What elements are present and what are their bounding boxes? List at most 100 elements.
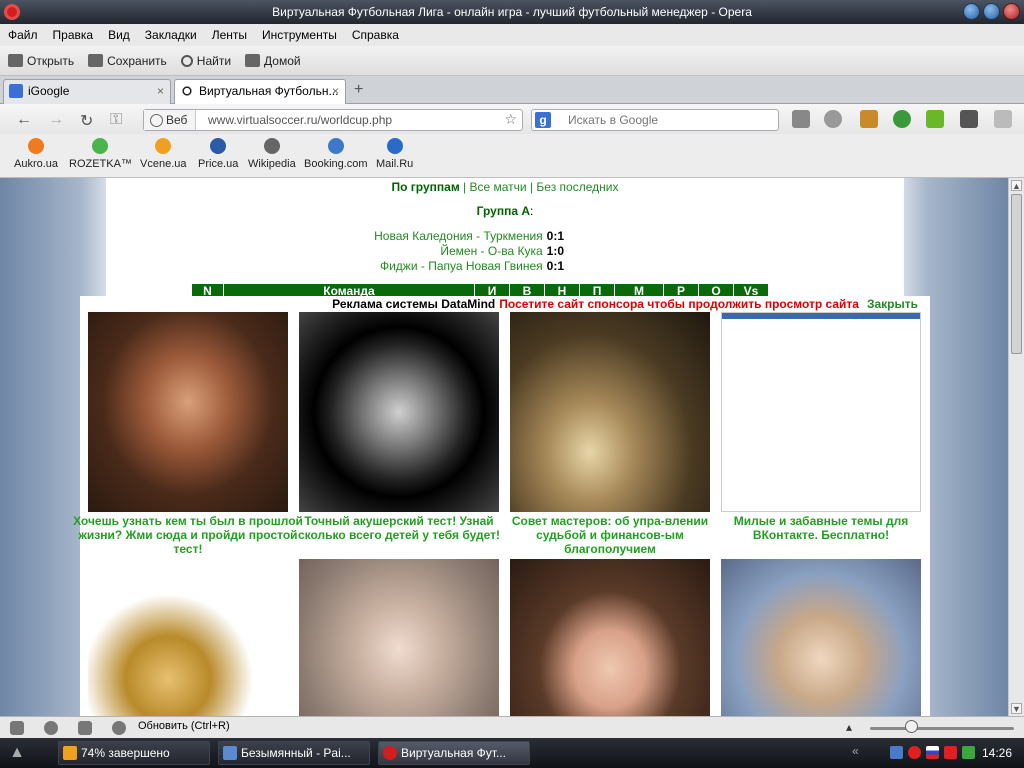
bookmark-aukro[interactable]: Aukro.ua bbox=[14, 138, 58, 170]
turbo-icon[interactable] bbox=[112, 721, 126, 735]
opera-logo-icon[interactable] bbox=[4, 4, 20, 20]
network-icon[interactable] bbox=[890, 746, 903, 759]
menu-bookmarks[interactable]: Закладки bbox=[145, 28, 197, 42]
ad-card[interactable]: Совет мастеров: об упра-влении судьбой и… bbox=[510, 312, 710, 556]
menu-help[interactable]: Справка bbox=[352, 28, 399, 42]
save-button[interactable]: Сохранить bbox=[88, 54, 167, 68]
menu-file[interactable]: Файл bbox=[8, 28, 38, 42]
by-group-link[interactable]: По группам bbox=[392, 180, 460, 194]
notes-icon[interactable] bbox=[860, 110, 878, 128]
bookmark-label: ROZETKA™ bbox=[69, 158, 132, 170]
lightbulb-icon[interactable] bbox=[824, 110, 842, 128]
tray-expand-icon[interactable]: « bbox=[852, 744, 859, 758]
open-button[interactable]: Открыть bbox=[8, 54, 74, 68]
address-toolbar: ← → ↻ ⚿ Веб www.virtualsoccer.ru/worldcu… bbox=[0, 104, 1024, 134]
tab-virtualsoccer[interactable]: Виртуальная Футбольн... × bbox=[174, 79, 346, 105]
google-search-engine-icon[interactable]: g bbox=[535, 112, 551, 128]
rozetka-icon bbox=[92, 138, 109, 154]
status-text: Обновить (Ctrl+R) bbox=[138, 720, 230, 732]
bookmark-vcene[interactable]: Vcene.ua bbox=[140, 138, 186, 170]
bookmark-booking[interactable]: Booking.com bbox=[304, 138, 368, 170]
scroll-up-arrow-icon[interactable]: ▲ bbox=[1011, 180, 1022, 191]
menu-feeds[interactable]: Ленты bbox=[212, 28, 247, 42]
find-button[interactable]: Найти bbox=[180, 54, 231, 68]
view-switcher: По группам | Все матчи | Без последних bbox=[106, 179, 904, 195]
main-toolbar: Открыть Сохранить Найти Домой bbox=[0, 46, 1024, 76]
bookmark-wikipedia[interactable]: Wikipedia bbox=[248, 138, 296, 170]
antivirus-icon[interactable] bbox=[908, 746, 921, 759]
menu-tools[interactable]: Инструменты bbox=[262, 28, 337, 42]
start-button[interactable]: ▲ bbox=[2, 741, 32, 765]
cloud-icon[interactable] bbox=[44, 721, 58, 735]
ad-close-link[interactable]: Закрыть bbox=[867, 297, 918, 311]
menu-edit[interactable]: Правка bbox=[53, 28, 94, 42]
bookmark-star-icon[interactable]: ☆ bbox=[504, 111, 517, 128]
task-opera[interactable]: Виртуальная Фут... bbox=[378, 741, 530, 765]
without-last-link[interactable]: Без последних bbox=[536, 180, 618, 194]
maximize-button[interactable] bbox=[983, 3, 1000, 20]
aukro-icon bbox=[28, 138, 45, 154]
ad-caption[interactable]: Хочешь узнать кем ты был в прошлой жизни… bbox=[73, 514, 303, 556]
bookmark-mailru[interactable]: Mail.Ru bbox=[376, 138, 413, 170]
tab-close-icon[interactable]: × bbox=[157, 80, 164, 103]
unite-icon[interactable] bbox=[78, 721, 92, 735]
refresh-green-icon[interactable] bbox=[893, 110, 911, 128]
ad-image-woman[interactable] bbox=[88, 312, 288, 512]
tab-igoogle[interactable]: iGoogle × bbox=[3, 79, 171, 104]
web-security-badge[interactable]: Веб bbox=[144, 110, 197, 130]
vertical-scrollbar[interactable]: ▲ ▼ bbox=[1008, 178, 1024, 716]
tray-app-icon[interactable] bbox=[944, 746, 957, 759]
home-button[interactable]: Домой bbox=[245, 54, 301, 68]
zoom-slider[interactable] bbox=[870, 727, 1014, 730]
system-tray: 14:26 bbox=[886, 742, 1024, 764]
scroll-down-arrow-icon[interactable]: ▼ bbox=[1011, 703, 1022, 714]
mail-icon[interactable] bbox=[960, 110, 978, 128]
minimize-button[interactable] bbox=[963, 3, 980, 20]
panel-icon[interactable] bbox=[994, 110, 1012, 128]
tray-sync-icon[interactable] bbox=[962, 746, 975, 759]
ad-caption[interactable]: Точный акушерский тест! Узнай сколько вс… bbox=[284, 514, 514, 542]
ad-overlay: Реклама системы DataMind Посетите сайт сп… bbox=[73, 296, 930, 759]
ad-card[interactable]: Точный акушерский тест! Узнай сколько вс… bbox=[298, 312, 500, 542]
zoom-out-icon[interactable]: ▴ bbox=[846, 720, 852, 734]
all-matches-link[interactable]: Все матчи bbox=[470, 180, 527, 194]
ad-caption[interactable]: Совет мастеров: об упра-влении судьбой и… bbox=[495, 514, 725, 556]
search-input[interactable] bbox=[568, 112, 768, 128]
close-window-button[interactable] bbox=[1003, 3, 1020, 20]
match-teams-link[interactable]: Йемен - О-ва Кука bbox=[440, 244, 542, 258]
match-teams-link[interactable]: Новая Каледония - Туркмения bbox=[374, 229, 543, 243]
ad-image-book[interactable] bbox=[510, 312, 710, 512]
tab-label: Виртуальная Футбольн... bbox=[199, 84, 339, 98]
match-score: 1:0 bbox=[546, 244, 564, 258]
task-download[interactable]: 74% завершено bbox=[58, 741, 210, 765]
panel-toggle-icon[interactable] bbox=[10, 721, 24, 735]
bookmark-rozetka[interactable]: ROZETKA™ bbox=[69, 138, 132, 170]
group-title-colon: : bbox=[530, 204, 534, 218]
ad-notice[interactable]: Посетите сайт спонсора чтобы продолжить … bbox=[499, 297, 859, 311]
bookmark-price[interactable]: Price.ua bbox=[198, 138, 238, 170]
address-field[interactable]: Веб www.virtualsoccer.ru/worldcup.php ☆ bbox=[143, 109, 523, 131]
back-arrow-icon[interactable]: ← bbox=[16, 111, 32, 129]
lock-icon[interactable] bbox=[792, 110, 810, 128]
ad-image-vkontakte[interactable] bbox=[721, 312, 921, 512]
download-arrow-icon[interactable] bbox=[926, 110, 944, 128]
magnifier-icon bbox=[180, 54, 193, 67]
zoom-slider-knob[interactable] bbox=[905, 720, 918, 733]
match-teams-link[interactable]: Фиджи - Папуа Новая Гвинея bbox=[380, 259, 543, 273]
language-ru-icon[interactable] bbox=[926, 746, 939, 759]
task-paint[interactable]: Безымянный - Pai... bbox=[218, 741, 370, 765]
key-icon[interactable]: ⚿ bbox=[110, 111, 122, 129]
ad-caption[interactable]: Милые и забавные темы для ВКонтакте. Бес… bbox=[706, 514, 936, 542]
search-field[interactable]: g bbox=[531, 109, 779, 131]
scroll-thumb[interactable] bbox=[1011, 194, 1022, 354]
forward-arrow-icon[interactable]: → bbox=[48, 111, 64, 129]
window-titlebar: Виртуальная Футбольная Лига - онлайн игр… bbox=[0, 0, 1024, 24]
reload-icon[interactable]: ↻ bbox=[80, 111, 93, 131]
menu-view[interactable]: Вид bbox=[108, 28, 130, 42]
url-text[interactable]: www.virtualsoccer.ru/worldcup.php bbox=[208, 110, 392, 130]
ad-card[interactable]: Милые и забавные темы для ВКонтакте. Бес… bbox=[721, 312, 921, 542]
ad-image-child[interactable] bbox=[299, 312, 499, 512]
ad-card[interactable]: Хочешь узнать кем ты был в прошлой жизни… bbox=[73, 312, 303, 556]
new-tab-button[interactable]: + bbox=[354, 81, 363, 99]
tab-close-icon[interactable]: × bbox=[332, 80, 339, 103]
